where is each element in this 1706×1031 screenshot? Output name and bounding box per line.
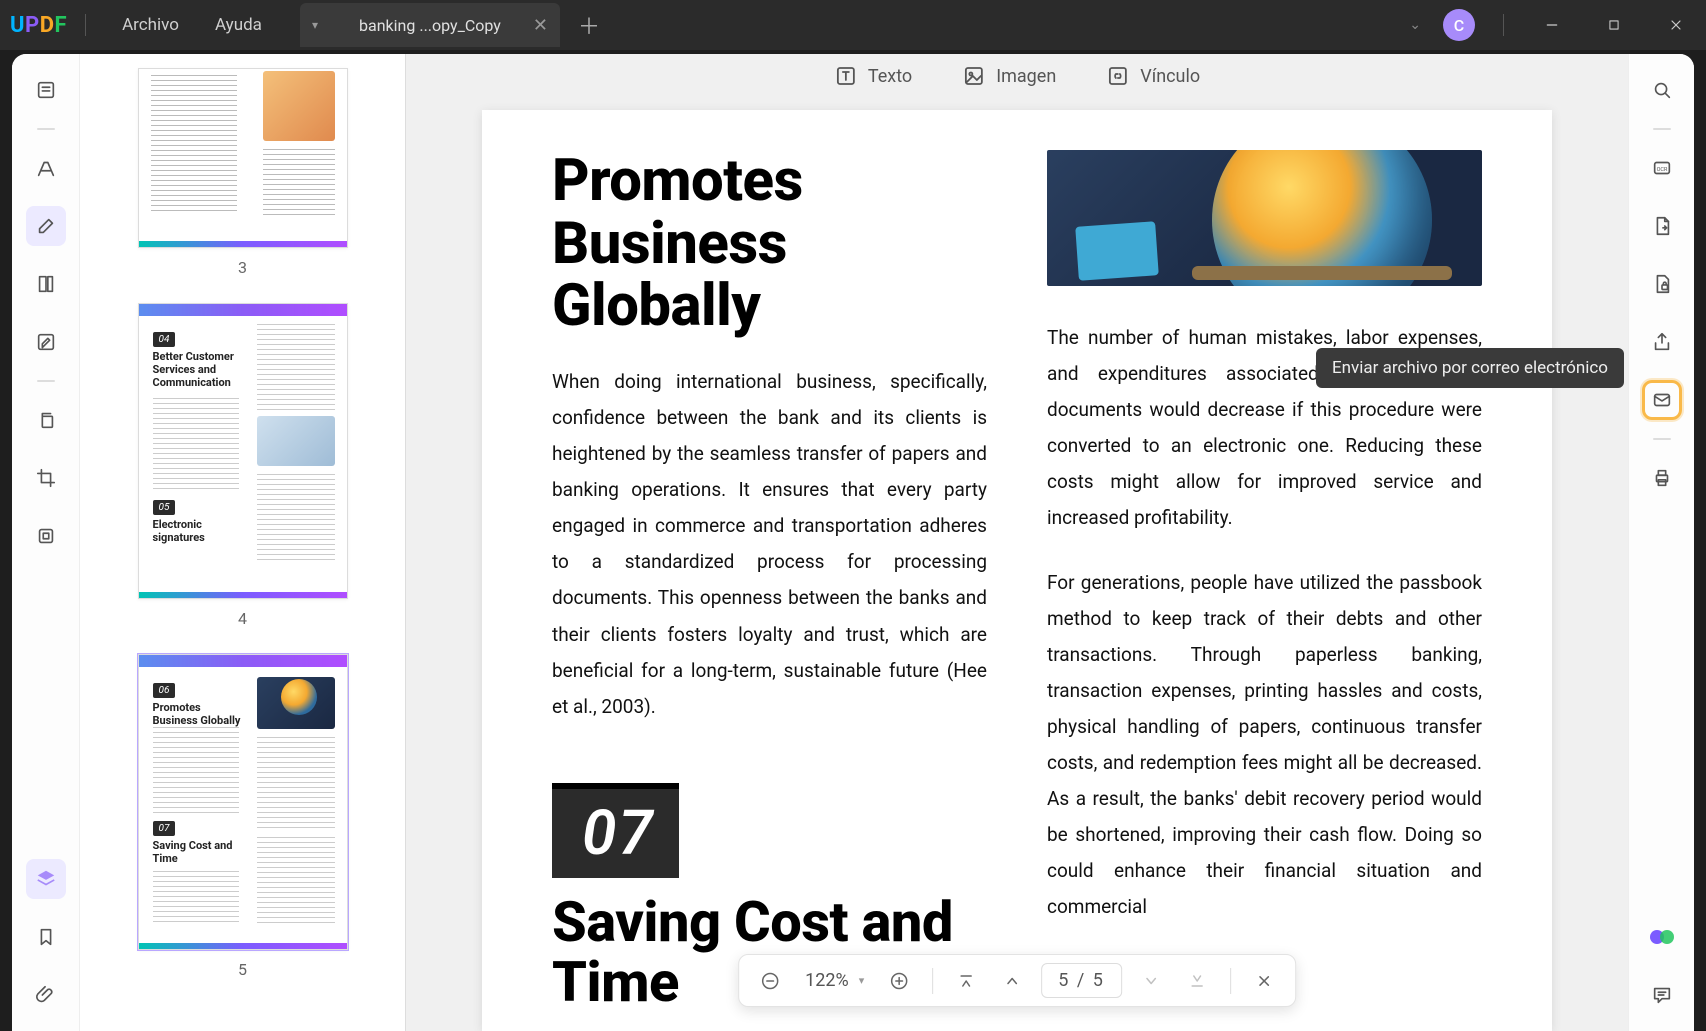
tool-vinculo[interactable]: Vínculo	[1106, 64, 1200, 88]
zoom-out-button[interactable]	[753, 964, 787, 998]
copy-tool[interactable]	[26, 400, 66, 440]
document-tab[interactable]: ▾ banking ...opy_Copy ✕	[300, 3, 560, 47]
thumb-tag: 04	[153, 332, 176, 347]
pages-tool[interactable]	[26, 264, 66, 304]
thumbnail-number: 5	[110, 960, 375, 979]
ai-button[interactable]	[1642, 917, 1682, 957]
ai-icon	[1650, 925, 1674, 949]
app-container: 3 04 Better Customer Services and Commun…	[12, 54, 1694, 1031]
thumb-tag: 06	[153, 683, 176, 698]
thumb-tag: 07	[153, 821, 176, 836]
paragraph-left: When doing international business, speci…	[552, 364, 987, 725]
attachment-tool[interactable]	[26, 975, 66, 1015]
ocr-button[interactable]: OCR	[1642, 148, 1682, 188]
thumb-heading: Better Customer Services and Communicati…	[153, 350, 243, 390]
document-page: Promotes Business Globally When doing in…	[482, 110, 1552, 1031]
window-close-button[interactable]	[1656, 5, 1696, 45]
share-button[interactable]	[1642, 322, 1682, 362]
window-minimize-button[interactable]	[1532, 5, 1572, 45]
menu-ayuda[interactable]: Ayuda	[197, 15, 280, 35]
email-button[interactable]	[1642, 380, 1682, 420]
tabs-overflow-icon[interactable]: ⌄	[1409, 17, 1421, 33]
tool-texto[interactable]: Texto	[834, 64, 912, 88]
comment-button[interactable]	[1642, 975, 1682, 1015]
edit-tool[interactable]	[26, 206, 66, 246]
tool-imagen[interactable]: Imagen	[962, 64, 1056, 88]
search-button[interactable]	[1642, 70, 1682, 110]
highlight-tool[interactable]	[26, 148, 66, 188]
email-tooltip: Enviar archivo por correo electrónico	[1316, 348, 1624, 388]
close-toolbar-button[interactable]	[1247, 964, 1281, 998]
zoom-caret-icon[interactable]: ▾	[859, 974, 865, 987]
thumb-heading: Electronic signatures	[153, 518, 243, 544]
form-tool[interactable]	[26, 322, 66, 362]
heading-promotes: Promotes Business Globally	[552, 150, 987, 338]
zoom-in-button[interactable]	[882, 964, 916, 998]
thumbnail-page-3[interactable]: 3	[110, 68, 375, 277]
protect-button[interactable]	[1642, 264, 1682, 304]
crop-tool[interactable]	[26, 458, 66, 498]
next-page-button[interactable]	[1134, 964, 1168, 998]
thumbnail-page-5[interactable]: 06 Promotes Business Globally 07 Saving …	[110, 654, 375, 979]
tool-imagen-label: Imagen	[996, 66, 1056, 87]
thumb-tag: 05	[153, 500, 176, 515]
tab-close-icon[interactable]: ✕	[533, 15, 548, 36]
first-page-button[interactable]	[949, 964, 983, 998]
window-maximize-button[interactable]	[1594, 5, 1634, 45]
app-logo: UPDF	[10, 13, 67, 38]
thumbnail-panel[interactable]: 3 04 Better Customer Services and Commun…	[80, 54, 406, 1031]
tool-texto-label: Texto	[868, 66, 912, 87]
reader-tool[interactable]	[26, 70, 66, 110]
thumbnail-number: 3	[110, 258, 375, 277]
section-number-box: 07	[552, 783, 679, 878]
tool-vinculo-label: Vínculo	[1140, 66, 1200, 87]
bookmark-tool[interactable]	[26, 917, 66, 957]
add-tab-button[interactable]: ＋	[578, 9, 600, 41]
last-page-button[interactable]	[1180, 964, 1214, 998]
zoom-nav-toolbar: 122%▾ 5 / 5	[738, 954, 1296, 1007]
layers-tool[interactable]	[26, 859, 66, 899]
prev-page-button[interactable]	[995, 964, 1029, 998]
print-button[interactable]	[1642, 458, 1682, 498]
export-button[interactable]	[1642, 206, 1682, 246]
thumbnail-page-4[interactable]: 04 Better Customer Services and Communic…	[110, 303, 375, 628]
thumb-heading: Promotes Business Globally	[153, 701, 247, 727]
tab-caret-icon[interactable]: ▾	[312, 18, 318, 32]
page-indicator[interactable]: 5 / 5	[1041, 963, 1122, 998]
zoom-level[interactable]: 122%▾	[799, 970, 870, 991]
edit-toolbar: Texto Imagen Vínculo	[834, 64, 1200, 88]
user-avatar[interactable]: C	[1443, 9, 1475, 41]
compress-tool[interactable]	[26, 516, 66, 556]
globe-image	[1047, 150, 1482, 286]
thumb-heading: Saving Cost and Time	[153, 839, 247, 865]
paragraph-right-2: For generations, people have utilized th…	[1047, 565, 1482, 926]
thumbnail-number: 4	[110, 609, 375, 628]
tab-title: banking ...opy_Copy	[359, 16, 501, 35]
left-tool-rail	[12, 54, 80, 1031]
svg-text:OCR: OCR	[1656, 167, 1667, 173]
menu-archivo[interactable]: Archivo	[104, 15, 197, 35]
document-viewport[interactable]: Texto Imagen Vínculo Promotes Business G…	[406, 54, 1628, 1031]
titlebar: UPDF Archivo Ayuda ▾ banking ...opy_Copy…	[0, 0, 1706, 50]
right-tool-rail: OCR	[1628, 54, 1694, 1031]
